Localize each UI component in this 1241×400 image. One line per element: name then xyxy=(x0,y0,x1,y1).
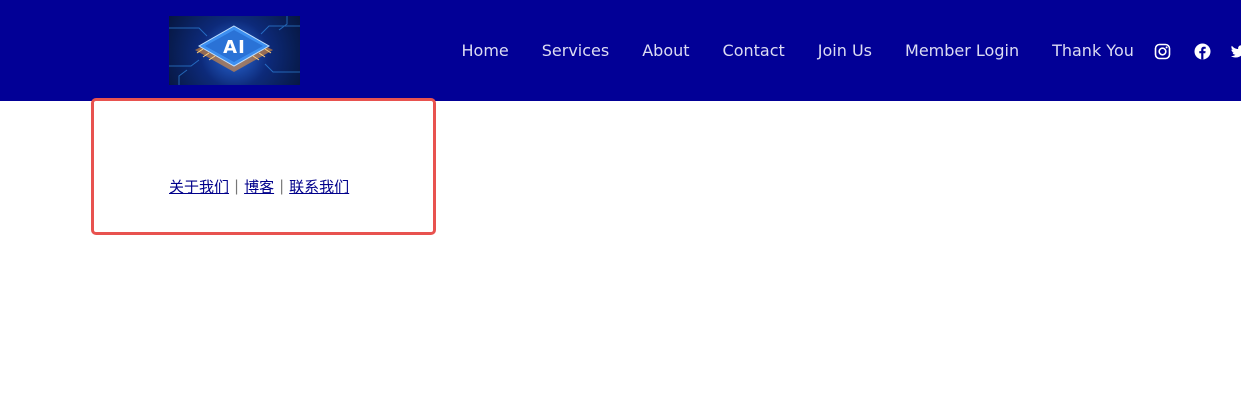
link-separator: | xyxy=(234,177,240,195)
site-logo[interactable]: AI xyxy=(169,16,300,85)
footer-link-blog[interactable]: 博客 xyxy=(244,176,274,197)
twitter-icon xyxy=(1230,44,1241,57)
instagram-icon xyxy=(1154,43,1171,59)
nav-about[interactable]: About xyxy=(626,38,706,64)
social-facebook[interactable] xyxy=(1194,42,1211,60)
site-header: AI Home Services About Contact Join Us M… xyxy=(0,0,1241,101)
footer-link-contact-us[interactable]: 联系我们 xyxy=(289,176,349,197)
facebook-icon xyxy=(1194,43,1211,59)
nav-contact[interactable]: Contact xyxy=(706,38,801,64)
highlight-box xyxy=(91,98,436,235)
link-separator: | xyxy=(279,177,285,195)
footer-links: 关于我们 | 博客 | 联系我们 xyxy=(169,175,349,197)
nav-member-login[interactable]: Member Login xyxy=(889,38,1036,64)
main-nav: Home Services About Contact Join Us Memb… xyxy=(445,38,1150,64)
nav-join-us[interactable]: Join Us xyxy=(801,38,888,64)
logo-label: AI xyxy=(223,37,246,58)
footer-link-about-us[interactable]: 关于我们 xyxy=(169,176,229,197)
nav-services[interactable]: Services xyxy=(525,38,625,64)
nav-thank-you[interactable]: Thank You xyxy=(1036,38,1151,64)
social-instagram[interactable] xyxy=(1154,42,1171,60)
social-twitter[interactable] xyxy=(1230,42,1241,60)
nav-home[interactable]: Home xyxy=(445,38,525,64)
